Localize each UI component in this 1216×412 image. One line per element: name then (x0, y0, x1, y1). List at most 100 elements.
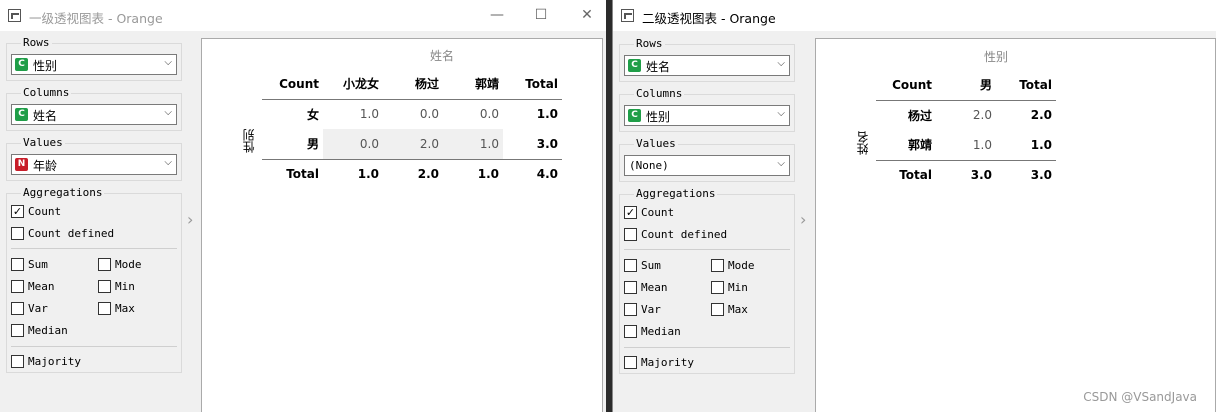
chevron-down-icon: ⌵ (777, 108, 785, 119)
mean-label: Mean (28, 280, 55, 293)
table-row: 杨过 2.0 2.0 (876, 99, 1056, 130)
row-header: 女 (262, 98, 323, 129)
count-defined-label: Count defined (641, 228, 728, 241)
pivot-window-2: 二级透视图表 - Orange Rows C 姓名 ⌵ Columns C 性别… (612, 0, 1216, 412)
aggregations-group: Aggregations ✓ Count Count defined Sum Mo… (619, 187, 795, 374)
count-label: Count (28, 205, 62, 218)
columns-combo[interactable]: C 性别 ⌵ (624, 105, 790, 126)
table-cell: 0.0 (323, 129, 383, 159)
columns-value: 姓名 (33, 109, 58, 123)
total-cell: 2.0 (383, 158, 443, 189)
rows-group: Rows C 性别 ⌵ (6, 36, 182, 81)
control-panel: Rows C 性别 ⌵ Columns C 姓名 ⌵ Values N 年龄 ⌵ (0, 31, 186, 412)
app-icon (621, 9, 634, 22)
column-variable-header: 性别 (984, 50, 1009, 64)
row-header: 郭靖 (907, 138, 932, 153)
columns-label: Columns (21, 86, 72, 99)
table-header-row: Count 男 Total (876, 70, 1056, 100)
rows-label: Rows (634, 37, 665, 50)
watermark: CSDN @VSandJava (1083, 390, 1197, 404)
categorical-badge-icon: C (15, 108, 28, 121)
columns-group: Columns C 姓名 ⌵ (6, 86, 182, 131)
aggregations-label: Aggregations (634, 187, 718, 200)
categorical-badge-icon: C (628, 59, 641, 72)
row-total-cell: 1.0 (1030, 137, 1052, 152)
table-cell: 1.0 (323, 98, 383, 129)
mode-label: Mode (728, 259, 755, 272)
corner-cell: Count (279, 76, 319, 91)
aggregations-label: Aggregations (21, 186, 105, 199)
maximize-button[interactable]: ☐ (530, 5, 552, 25)
checkmark-icon: ✓ (11, 205, 24, 218)
rows-group: Rows C 姓名 ⌵ (619, 37, 795, 82)
corner-cell: Count (892, 77, 932, 92)
table-total-row: Total 1.0 2.0 1.0 4.0 (262, 158, 562, 189)
column-header: 杨过 (414, 77, 439, 92)
row-variable-header: 姓名 (856, 131, 870, 155)
min-label: Min (728, 281, 748, 294)
values-label: Values (634, 137, 678, 150)
table-row: 男 0.0 2.0 1.0 3.0 (262, 129, 562, 159)
sum-label: Sum (28, 258, 48, 271)
values-value: 年龄 (33, 159, 58, 173)
mean-label: Mean (641, 281, 668, 294)
categorical-badge-icon: C (15, 58, 28, 71)
pivot-table: Count 小龙女 杨过 郭靖 Total 女 1.0 0.0 0.0 1.0 … (262, 69, 562, 189)
var-label: Var (28, 302, 48, 315)
row-total-cell: 1.0 (503, 98, 562, 129)
total-cell: 1.0 (323, 158, 383, 189)
values-label: Values (21, 136, 65, 149)
row-header: 男 (306, 137, 319, 152)
values-combo[interactable]: (None) ⌵ (624, 155, 790, 176)
divider (624, 249, 790, 250)
column-variable-header: 姓名 (430, 49, 455, 63)
control-panel: Rows C 姓名 ⌵ Columns C 性别 ⌵ Values (None)… (613, 31, 799, 412)
max-label: Max (728, 303, 748, 316)
row-total-cell: 2.0 (996, 99, 1056, 130)
values-group: Values N 年龄 ⌵ (6, 136, 182, 181)
title-bar: 一级透视图表 - Orange — ☐ ✕ (0, 0, 606, 31)
numeric-badge-icon: N (15, 158, 28, 171)
column-header: 郭靖 (474, 77, 499, 92)
minimize-button[interactable]: — (486, 5, 508, 25)
count-label: Count (641, 206, 675, 219)
median-label: Median (641, 325, 681, 338)
divider (624, 347, 790, 348)
categorical-badge-icon: C (628, 109, 641, 122)
columns-combo[interactable]: C 姓名 ⌵ (11, 104, 177, 125)
rows-combo[interactable]: C 姓名 ⌵ (624, 55, 790, 76)
chevron-down-icon: ⌵ (164, 57, 172, 68)
table-row: 郭靖 1.0 1.0 (876, 130, 1056, 160)
checkmark-icon: ✓ (624, 206, 637, 219)
column-header: 男 (979, 78, 992, 93)
table-cell: 0.0 (443, 98, 503, 129)
majority-label: Majority (641, 356, 694, 369)
grand-total-cell: 3.0 (996, 159, 1056, 190)
max-label: Max (115, 302, 135, 315)
values-combo[interactable]: N 年龄 ⌵ (11, 154, 177, 175)
total-cell: 3.0 (936, 159, 996, 190)
close-button[interactable]: ✕ (576, 5, 598, 25)
splitter-arrow-icon[interactable]: › (187, 210, 193, 229)
table-header-row: Count 小龙女 杨过 郭靖 Total (262, 69, 562, 99)
sum-label: Sum (641, 259, 661, 272)
values-group: Values (None) ⌵ (619, 137, 795, 182)
splitter-arrow-icon[interactable]: › (800, 210, 806, 229)
table-cell: 2.0 (936, 99, 996, 130)
chevron-down-icon: ⌵ (164, 157, 172, 168)
divider (11, 346, 177, 347)
row-total-cell: 3.0 (536, 136, 558, 151)
table-cell: 2.0 (383, 129, 443, 159)
table-cell: 0.0 (383, 98, 443, 129)
aggregations-group: Aggregations ✓ Count Count defined Sum Mo… (6, 186, 182, 373)
rows-combo[interactable]: C 性别 ⌵ (11, 54, 177, 75)
total-cell: 1.0 (443, 158, 503, 189)
total-label: Total (262, 158, 323, 189)
pivot-window-1: 一级透视图表 - Orange — ☐ ✕ Rows C 性别 ⌵ Column… (0, 0, 606, 412)
median-label: Median (28, 324, 68, 337)
chevron-down-icon: ⌵ (777, 158, 785, 169)
column-header: Total (525, 76, 558, 91)
app-icon (8, 9, 21, 22)
pivot-table: Count 男 Total 杨过 2.0 2.0 郭靖 1.0 1.0 Tota… (876, 70, 1056, 190)
table-row: 女 1.0 0.0 0.0 1.0 (262, 98, 562, 129)
